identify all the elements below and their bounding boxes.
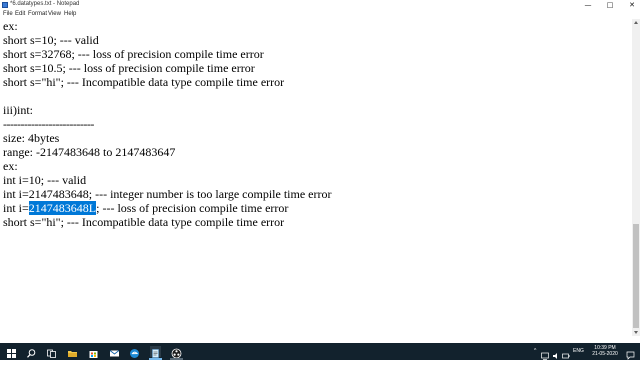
text-line: short s=10; --- valid (3, 33, 99, 47)
close-button[interactable]: ✕ (624, 0, 640, 10)
explorer-icon[interactable] (67, 346, 78, 357)
text-selection[interactable]: 2147483648L (28, 201, 97, 215)
text-line: range: -2147483648 to 2147483647 (3, 145, 176, 159)
network-icon[interactable] (541, 347, 549, 360)
notification-icon[interactable] (626, 347, 635, 360)
menu-help[interactable]: Help (64, 11, 76, 17)
taskbar: ^ ENG 10:39 PM 21-05-2020 (0, 343, 640, 360)
menu-edit[interactable]: Edit (15, 11, 25, 17)
maximize-button[interactable]: □ (602, 0, 618, 10)
windows-logo-icon[interactable] (6, 346, 17, 358)
text-line: int i=2147483648; --- integer number is … (3, 187, 332, 201)
menu-view[interactable]: View (48, 11, 61, 17)
edge-icon[interactable] (129, 346, 140, 358)
scroll-thumb[interactable] (633, 224, 639, 328)
tray-overflow-icon[interactable]: ^ (534, 348, 536, 354)
menu-file[interactable]: File (3, 11, 13, 17)
text-line: int i=10; --- valid (3, 173, 87, 187)
language-indicator[interactable]: ENG (573, 348, 584, 354)
minimize-button[interactable]: — (580, 0, 596, 10)
text-line: size: 4bytes (3, 131, 60, 145)
obs-icon[interactable] (171, 346, 182, 359)
mail-icon[interactable] (109, 346, 120, 357)
menu-bar: File Edit Format View Help (0, 10, 640, 19)
scroll-up-icon[interactable] (634, 21, 638, 24)
store-icon[interactable] (88, 346, 99, 358)
title-bar: *6.datatypes.txt - Notepad — □ ✕ (0, 0, 640, 10)
volume-icon[interactable] (552, 347, 560, 359)
clock-date: 21-05-2020 (592, 351, 618, 357)
notepad-icon (2, 2, 8, 8)
search-icon[interactable] (26, 346, 37, 358)
text-line-with-selection: int i=2147483648L; --- loss of precision… (3, 201, 288, 215)
text-line: -------------------------- (3, 117, 94, 131)
vertical-scrollbar[interactable] (632, 19, 640, 336)
task-view-icon[interactable] (46, 346, 57, 358)
text-line: iii)int: (3, 103, 33, 117)
text-suffix: ; --- loss of precision compile time err… (96, 201, 289, 215)
text-line: short s="hi"; --- Incompatible data type… (3, 215, 285, 229)
menu-format[interactable]: Format (28, 11, 47, 17)
text-prefix: int i= (3, 201, 29, 215)
scroll-down-icon[interactable] (634, 331, 638, 334)
text-line: ex: (3, 159, 18, 173)
text-line: short s="hi"; --- Incompatible data type… (3, 75, 285, 89)
notepad-icon[interactable] (150, 346, 161, 358)
battery-icon[interactable] (562, 347, 570, 359)
text-line: ex: (3, 19, 18, 33)
text-line: short s=10.5; --- loss of precision comp… (3, 61, 255, 75)
clock[interactable]: 10:39 PM 21-05-2020 (588, 345, 622, 357)
window-title: *6.datatypes.txt - Notepad (10, 1, 80, 7)
text-line: short s=32768; --- loss of precision com… (3, 47, 264, 61)
text-editor[interactable]: ex: short s=10; --- valid short s=32768;… (0, 19, 632, 336)
